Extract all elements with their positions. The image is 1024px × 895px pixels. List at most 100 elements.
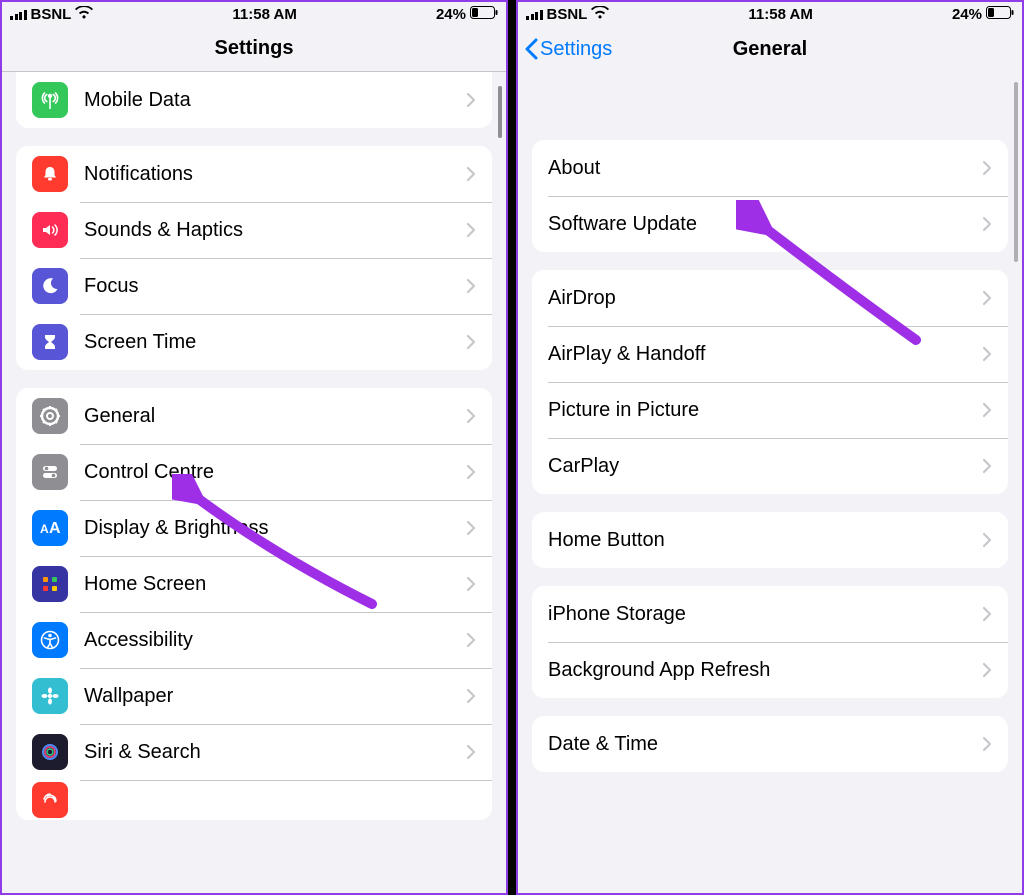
row-label: iPhone Storage: [548, 603, 982, 626]
chevron-right-icon: [466, 408, 476, 424]
signal-icon: [526, 8, 543, 20]
chevron-left-icon: [524, 38, 538, 60]
back-button[interactable]: Settings: [524, 26, 612, 72]
right-phone-frame: BSNL 11:58 AM 24% Settings General About: [516, 0, 1024, 895]
text-size-icon: AA: [32, 510, 68, 546]
row-siri-search[interactable]: Siri & Search: [16, 724, 492, 780]
row-label: Home Button: [548, 529, 982, 552]
row-focus[interactable]: Focus: [16, 258, 492, 314]
chevron-right-icon: [466, 166, 476, 182]
battery-percent: 24%: [436, 6, 466, 23]
antenna-icon: [32, 82, 68, 118]
row-date-time[interactable]: Date & Time: [532, 716, 1008, 772]
left-phone-frame: BSNL 11:58 AM 24% Settings Mobile Data: [0, 0, 508, 895]
row-label: AirPlay & Handoff: [548, 343, 982, 366]
row-label: Siri & Search: [84, 741, 466, 764]
row-label: Background App Refresh: [548, 659, 982, 682]
chevron-right-icon: [466, 520, 476, 536]
general-section: Home Button: [532, 512, 1008, 568]
grid-icon: [32, 566, 68, 602]
page-title: General: [733, 38, 807, 61]
back-label: Settings: [540, 38, 612, 61]
row-software-update[interactable]: Software Update: [532, 196, 1008, 252]
chevron-right-icon: [982, 736, 992, 752]
row-background-app-refresh[interactable]: Background App Refresh: [532, 642, 1008, 698]
settings-section: Mobile Data: [16, 72, 492, 128]
row-general[interactable]: General: [16, 388, 492, 444]
fingerprint-icon: [32, 782, 68, 818]
status-bar: BSNL 11:58 AM 24%: [518, 2, 1022, 26]
row-accessibility[interactable]: Accessibility: [16, 612, 492, 668]
row-label: Picture in Picture: [548, 399, 982, 422]
nav-header: Settings: [2, 26, 506, 72]
row-label: Screen Time: [84, 331, 466, 354]
row-label: Focus: [84, 275, 466, 298]
row-label: Display & Brightness: [84, 517, 466, 540]
scrollbar[interactable]: [1014, 82, 1018, 262]
row-airdrop[interactable]: AirDrop: [532, 270, 1008, 326]
flower-icon: [32, 678, 68, 714]
settings-section: Notifications Sounds & Haptics Focus: [16, 146, 492, 370]
chevron-right-icon: [982, 160, 992, 176]
row-wallpaper[interactable]: Wallpaper: [16, 668, 492, 724]
row-screen-time[interactable]: Screen Time: [16, 314, 492, 370]
row-label: Accessibility: [84, 629, 466, 652]
gear-icon: [32, 398, 68, 434]
chevron-right-icon: [466, 744, 476, 760]
carrier-label: BSNL: [547, 6, 588, 23]
chevron-right-icon: [466, 334, 476, 350]
wifi-icon: [75, 6, 93, 23]
row-label: Sounds & Haptics: [84, 219, 466, 242]
row-label: CarPlay: [548, 455, 982, 478]
battery-percent: 24%: [952, 6, 982, 23]
row-iphone-storage[interactable]: iPhone Storage: [532, 586, 1008, 642]
general-scroll[interactable]: About Software Update AirDrop AirPlay & …: [518, 72, 1022, 895]
row-sounds-haptics[interactable]: Sounds & Haptics: [16, 202, 492, 258]
chevron-right-icon: [466, 688, 476, 704]
row-mobile-data[interactable]: Mobile Data: [16, 72, 492, 128]
scrollbar[interactable]: [498, 86, 502, 138]
settings-section: General Control Centre AA Display & Brig…: [16, 388, 492, 820]
row-airplay-handoff[interactable]: AirPlay & Handoff: [532, 326, 1008, 382]
signal-icon: [10, 8, 27, 20]
general-section: iPhone Storage Background App Refresh: [532, 586, 1008, 698]
wifi-icon: [591, 6, 609, 23]
row-label: Notifications: [84, 163, 466, 186]
row-carplay[interactable]: CarPlay: [532, 438, 1008, 494]
time-label: 11:58 AM: [748, 6, 812, 23]
settings-scroll[interactable]: Mobile Data Notifications Sounds & Hapti…: [2, 72, 506, 895]
row-notifications[interactable]: Notifications: [16, 146, 492, 202]
row-home-screen[interactable]: Home Screen: [16, 556, 492, 612]
battery-icon: [470, 6, 498, 23]
row-label: Mobile Data: [84, 89, 466, 112]
row-label: About: [548, 157, 982, 180]
status-bar: BSNL 11:58 AM 24%: [2, 2, 506, 26]
hourglass-icon: [32, 324, 68, 360]
row-display-brightness[interactable]: AA Display & Brightness: [16, 500, 492, 556]
chevron-right-icon: [982, 216, 992, 232]
chevron-right-icon: [982, 458, 992, 474]
general-section: Date & Time: [532, 716, 1008, 772]
chevron-right-icon: [466, 576, 476, 592]
carrier-label: BSNL: [31, 6, 72, 23]
svg-text:A: A: [40, 522, 49, 536]
time-label: 11:58 AM: [232, 6, 296, 23]
svg-text:A: A: [49, 520, 61, 537]
bell-icon: [32, 156, 68, 192]
row-label: AirDrop: [548, 287, 982, 310]
page-title: Settings: [215, 37, 294, 60]
row-touch-id[interactable]: [16, 780, 492, 820]
chevron-right-icon: [982, 606, 992, 622]
row-picture-in-picture[interactable]: Picture in Picture: [532, 382, 1008, 438]
chevron-right-icon: [982, 402, 992, 418]
speaker-icon: [32, 212, 68, 248]
row-label: Software Update: [548, 213, 982, 236]
row-about[interactable]: About: [532, 140, 1008, 196]
row-control-centre[interactable]: Control Centre: [16, 444, 492, 500]
chevron-right-icon: [466, 464, 476, 480]
row-label: General: [84, 405, 466, 428]
battery-icon: [986, 6, 1014, 23]
chevron-right-icon: [466, 222, 476, 238]
row-home-button[interactable]: Home Button: [532, 512, 1008, 568]
accessibility-icon: [32, 622, 68, 658]
